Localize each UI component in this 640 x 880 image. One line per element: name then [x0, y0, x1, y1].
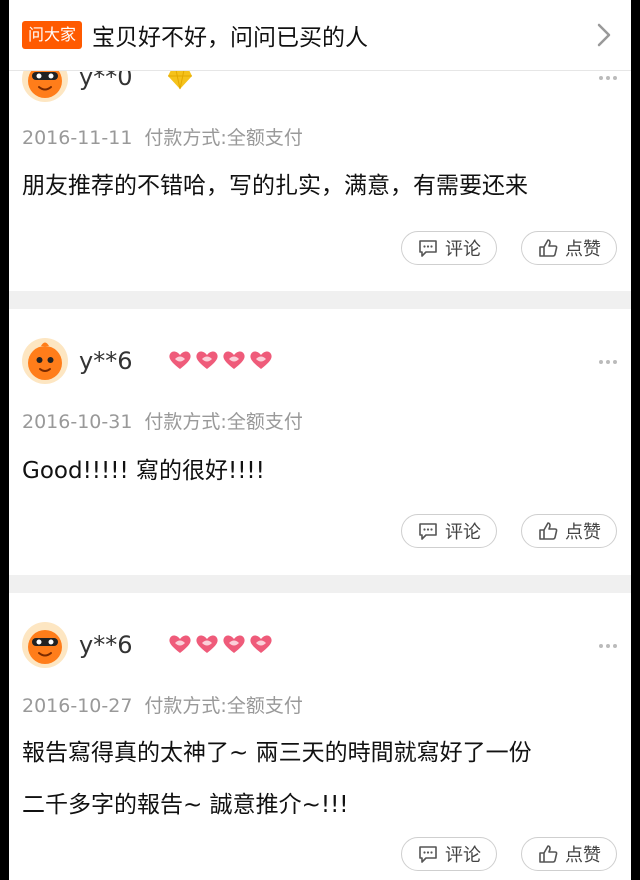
avatar[interactable]	[21, 71, 69, 103]
diamond-icon	[168, 71, 192, 90]
comment-label: 评论	[445, 845, 481, 866]
username: y**6	[79, 347, 133, 375]
heart-icon	[223, 351, 245, 369]
like-label: 点赞	[565, 522, 601, 543]
review-card: y**0 2016-11-11 付款方式:全额支付 朋友推荐的不错哈，写的扎实，满…	[9, 71, 631, 291]
review-card: y**6 2016-10-27 付款方式:全额支付 報告寫得真的太神了~ 兩三天的…	[9, 593, 631, 880]
payment-method: 付款方式:全额支付	[144, 411, 303, 433]
more-icon[interactable]	[599, 360, 617, 364]
review-text: 報告寫得真的太神了~ 兩三天的時間就寫好了一份 二千多字的報告~ 誠意推介~!!…	[22, 727, 615, 831]
comment-button[interactable]: 评论	[401, 231, 497, 265]
like-label: 点赞	[565, 845, 601, 866]
like-button[interactable]: 点赞	[521, 837, 617, 871]
comment-button[interactable]: 评论	[401, 514, 497, 548]
heart-level-badge	[167, 633, 274, 657]
review-line: 朋友推荐的不错哈，写的扎实，满意，有需要还来	[22, 173, 528, 199]
comment-button[interactable]: 评论	[401, 837, 497, 871]
review-line: 報告寫得真的太神了~ 兩三天的時間就寫好了一份	[22, 740, 532, 766]
comment-icon	[419, 846, 437, 863]
heart-icon	[250, 635, 272, 653]
thumbs-up-icon	[539, 239, 558, 257]
comment-icon	[419, 523, 437, 540]
review-card: y**6 2016-10-31 付款方式:全额支付 Good!!!!! 寫的很好!…	[9, 309, 631, 575]
ask-prompt: 宝贝好不好，问问已买的人	[92, 25, 369, 51]
like-button[interactable]: 点赞	[521, 231, 617, 265]
heart-icon	[196, 351, 218, 369]
more-icon[interactable]	[599, 644, 617, 648]
screen: 问大家 宝贝好不好，问问已买的人 y**0 2016-11-11 付款方式:全额支…	[9, 0, 631, 880]
ask-everyone-bar[interactable]: 问大家 宝贝好不好，问问已买的人	[9, 0, 631, 71]
review-line: Good!!!!! 寫的很好!!!!	[22, 458, 265, 484]
chevron-right-icon[interactable]	[591, 21, 617, 49]
review-date: 2016-10-27	[22, 695, 133, 717]
review-date: 2016-10-31	[22, 411, 133, 433]
payment-method: 付款方式:全额支付	[144, 695, 303, 717]
avatar[interactable]	[21, 621, 69, 669]
comment-label: 评论	[445, 522, 481, 543]
heart-icon	[196, 635, 218, 653]
username: y**0	[79, 71, 133, 91]
payment-method: 付款方式:全额支付	[144, 127, 303, 149]
avatar[interactable]	[21, 337, 69, 385]
thumbs-up-icon	[539, 522, 558, 540]
comment-icon	[419, 240, 437, 257]
review-text: 朋友推荐的不错哈，写的扎实，满意，有需要还来	[22, 160, 615, 212]
review-meta: 2016-10-27 付款方式:全额支付	[22, 691, 303, 718]
review-line: 二千多字的報告~ 誠意推介~!!!	[22, 792, 349, 818]
comment-label: 评论	[445, 239, 481, 260]
review-date: 2016-11-11	[22, 127, 133, 149]
heart-icon	[223, 635, 245, 653]
heart-icon	[250, 351, 272, 369]
review-meta: 2016-10-31 付款方式:全额支付	[22, 407, 303, 434]
heart-icon	[169, 635, 191, 653]
review-text: Good!!!!! 寫的很好!!!!	[22, 445, 615, 497]
thumbs-up-icon	[539, 845, 558, 863]
heart-level-badge	[167, 349, 274, 373]
like-label: 点赞	[565, 239, 601, 260]
heart-icon	[169, 351, 191, 369]
username: y**6	[79, 631, 133, 659]
like-button[interactable]: 点赞	[521, 514, 617, 548]
more-icon[interactable]	[599, 76, 617, 80]
review-meta: 2016-11-11 付款方式:全额支付	[22, 123, 303, 150]
ask-badge: 问大家	[22, 21, 83, 49]
